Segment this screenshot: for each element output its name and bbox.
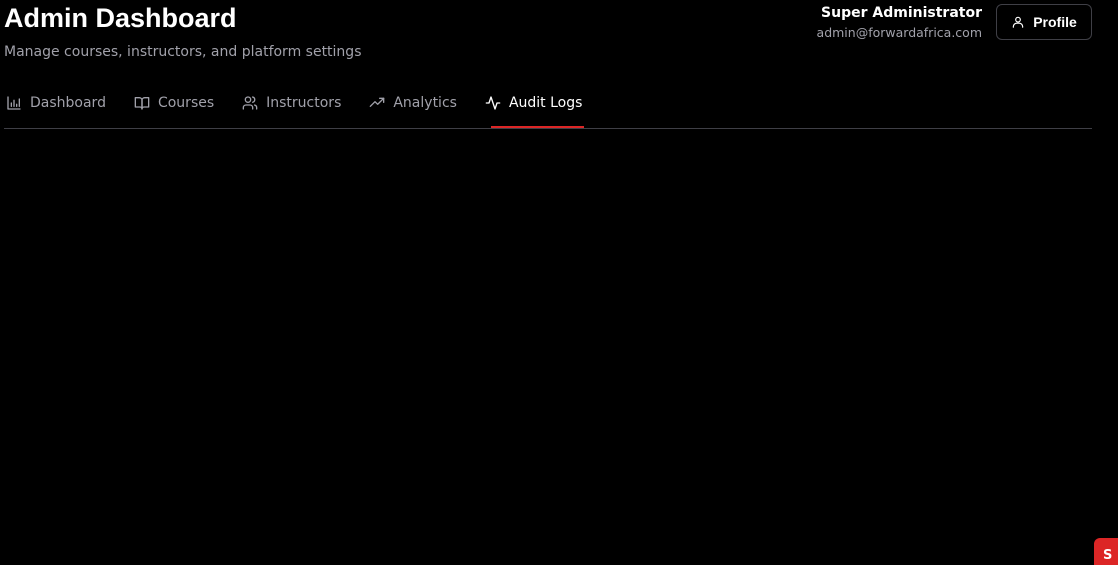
tab-analytics[interactable]: Analytics <box>367 84 459 122</box>
tab-dashboard-label: Dashboard <box>30 95 106 111</box>
activity-icon <box>485 96 501 110</box>
user-email: admin@forwardafrica.com <box>816 25 982 40</box>
bar-chart-icon <box>7 96 21 110</box>
tab-instructors[interactable]: Instructors <box>240 84 343 122</box>
user-name: Super Administrator <box>821 5 982 21</box>
book-open-icon <box>134 97 150 110</box>
tab-instructors-label: Instructors <box>266 95 342 111</box>
tab-analytics-label: Analytics <box>393 95 457 111</box>
user-icon <box>1012 16 1024 28</box>
page-subtitle: Manage courses, instructors, and platfor… <box>4 44 362 60</box>
tab-courses-label: Courses <box>157 95 215 111</box>
profile-button[interactable]: Profile <box>996 4 1092 40</box>
corner-toast-label: S <box>1103 548 1113 563</box>
tab-dashboard[interactable]: Dashboard <box>4 84 108 122</box>
profile-button-label: Profile <box>1033 14 1077 30</box>
page-title: Admin Dashboard <box>4 3 237 33</box>
tab-bar-divider <box>4 128 1092 129</box>
user-info: Super Administrator admin@forwardafrica.… <box>817 4 982 41</box>
admin-dashboard-page: Admin Dashboard Manage courses, instruct… <box>0 0 1118 565</box>
tab-audit-logs-label: Audit Logs <box>508 95 583 111</box>
trending-up-icon <box>370 97 385 107</box>
tab-audit-logs[interactable]: Audit Logs <box>483 84 585 128</box>
users-icon <box>242 96 258 110</box>
tab-courses[interactable]: Courses <box>132 84 216 122</box>
dashboard-header: Admin Dashboard Manage courses, instruct… <box>4 0 1092 128</box>
tab-bar: Dashboard Courses Instructors Analytics … <box>4 84 608 128</box>
corner-toast[interactable]: S <box>1094 538 1118 565</box>
